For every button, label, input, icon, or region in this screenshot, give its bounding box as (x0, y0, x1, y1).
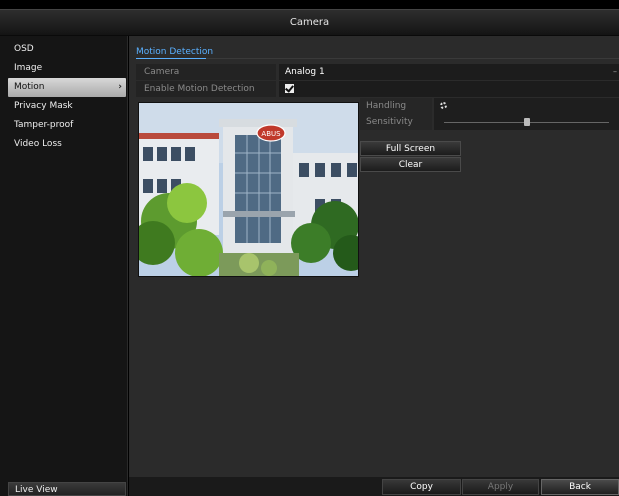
handling-label: Handling (360, 98, 432, 114)
chevron-right-icon: › (118, 82, 122, 92)
sidebar-item-tamper-proof[interactable]: Tamper-proof (8, 116, 126, 135)
copy-button[interactable]: Copy (382, 479, 461, 495)
main-content: Motion Detection Camera Analog 1 – Enabl… (129, 36, 619, 496)
back-button[interactable]: Back (541, 479, 619, 495)
sidebar-item-image[interactable]: Image (8, 59, 126, 78)
tab-divider (206, 58, 619, 59)
slider-thumb[interactable] (523, 118, 530, 126)
sidebar: OSD Image Motion › Privacy Mask Tamper-p… (0, 36, 128, 496)
camera-preview[interactable]: ABUS (138, 102, 359, 277)
title-bar: Camera (0, 0, 619, 40)
enable-motion-label: Enable Motion Detection (136, 81, 276, 97)
sidebar-item-privacy-mask[interactable]: Privacy Mask (8, 97, 126, 116)
sidebar-item-motion[interactable]: Motion › (8, 78, 126, 97)
abus-logo-text: ABUS (261, 130, 281, 138)
handling-setting[interactable] (434, 98, 619, 114)
window-title: Camera (0, 9, 619, 36)
clear-button[interactable]: Clear (360, 157, 461, 172)
camera-select-value: Analog 1 (285, 67, 325, 77)
tab-motion-detection[interactable]: Motion Detection (136, 47, 214, 59)
sidebar-item-osd[interactable]: OSD (8, 40, 126, 59)
enable-motion-row (279, 81, 619, 97)
sidebar-item-video-loss[interactable]: Video Loss (8, 135, 126, 154)
sensitivity-label: Sensitivity (360, 114, 432, 130)
sidebar-item-label: Video Loss (14, 139, 62, 149)
sidebar-item-label: Privacy Mask (14, 101, 73, 111)
enable-motion-checkbox[interactable] (285, 84, 294, 93)
sidebar-item-label: Image (14, 63, 43, 73)
dropdown-arrow-icon: – (613, 67, 617, 76)
full-screen-button[interactable]: Full Screen (360, 141, 461, 156)
apply-button[interactable]: Apply (462, 479, 539, 495)
sidebar-item-label: Motion (14, 82, 45, 92)
camera-label: Camera (136, 64, 276, 80)
sidebar-item-label: OSD (14, 44, 34, 54)
camera-preview-image: ABUS (139, 103, 358, 276)
gear-icon[interactable] (440, 102, 447, 109)
sidebar-item-label: Tamper-proof (14, 120, 74, 130)
live-view-button[interactable]: Live View (8, 482, 126, 496)
camera-select[interactable]: Analog 1 – (279, 64, 619, 80)
sensitivity-slider[interactable] (434, 114, 619, 130)
